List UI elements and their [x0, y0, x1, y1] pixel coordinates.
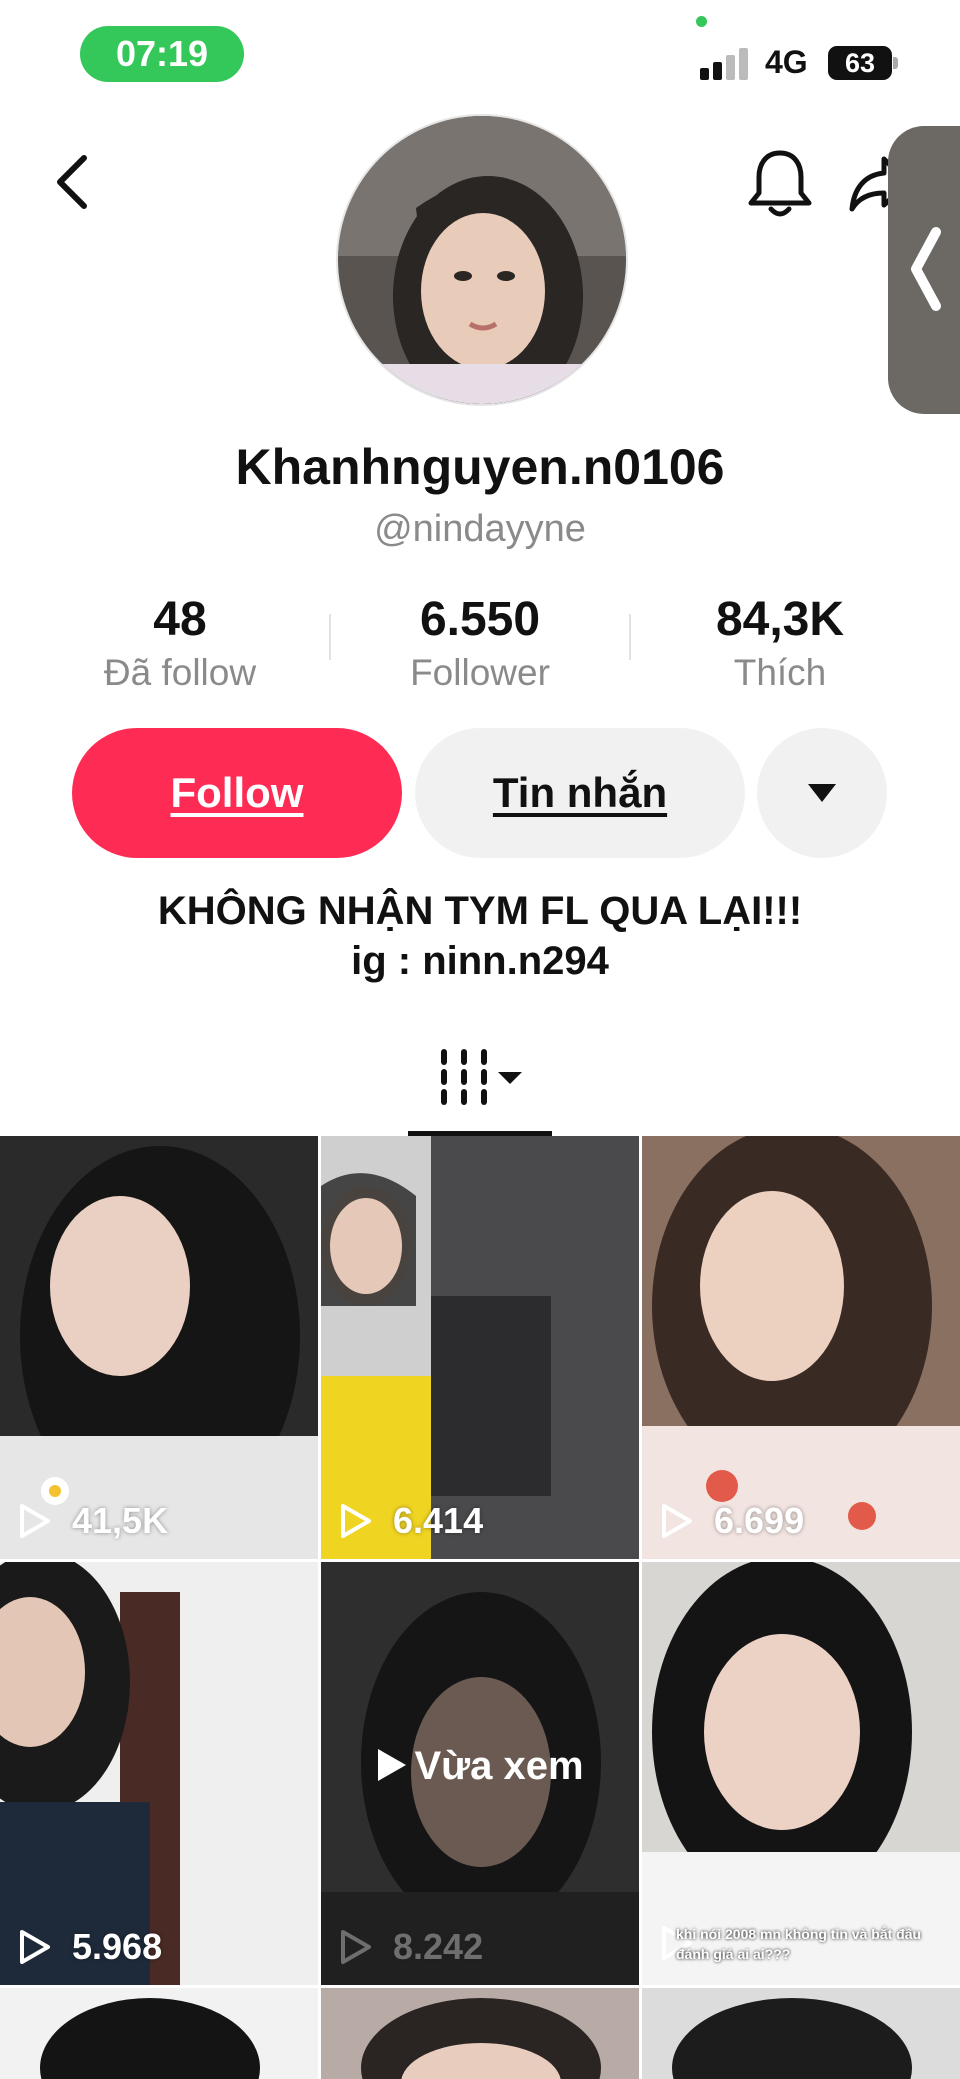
battery-icon: 63 — [828, 46, 892, 80]
suggested-accounts-button[interactable] — [757, 728, 887, 858]
bio-line: ig : ninn.n294 — [351, 939, 609, 983]
view-count-text: 41,5K — [72, 1500, 169, 1541]
video-thumbnail-image — [642, 1988, 960, 2079]
view-count-text: 6.414 — [393, 1500, 484, 1541]
display-name: Khanhnguyen.n0106 — [235, 439, 725, 495]
stat-likes[interactable]: 84,3K Thích — [630, 590, 930, 696]
play-icon — [378, 1749, 407, 1781]
status-bar: 07:19 4G 63 — [0, 0, 960, 110]
mic-indicator — [696, 16, 707, 27]
avatar-photo — [338, 116, 626, 404]
stat-followers[interactable]: 6.550 Follower — [330, 590, 630, 696]
video-thumbnail[interactable] — [321, 1988, 639, 2079]
bio-line: KHÔNG NHẬN TYM FL QUA LẠI!!! — [157, 889, 803, 933]
video-thumbnail[interactable]: 6.414 — [321, 1136, 639, 1559]
video-thumbnail-image — [642, 1136, 960, 1559]
video-thumbnail[interactable]: khi nói 2008 mn không tin và bắt đầu đán… — [642, 1562, 960, 1985]
grid-icon — [441, 1049, 522, 1105]
play-icon — [20, 1930, 50, 1964]
content-tabs — [0, 1030, 960, 1136]
message-button[interactable]: Tin nhắn — [415, 728, 745, 858]
video-grid: 41,5K 6.414 6.699 5.968 Vừa xem 8.242 kh… — [0, 1136, 960, 2079]
bio: KHÔNG NHẬN TYM FL QUA LẠI!!! ig : ninn.n… — [0, 886, 960, 986]
tab-videos[interactable] — [408, 1030, 552, 1136]
video-thumbnail[interactable]: 41,5K — [0, 1136, 318, 1559]
video-thumbnail-image — [0, 1562, 318, 1985]
video-thumbnail-image — [0, 1136, 318, 1559]
signal-icon — [700, 46, 752, 80]
play-icon — [20, 1504, 50, 1538]
avatar[interactable] — [336, 114, 628, 406]
stat-following[interactable]: 48 Đã follow — [30, 590, 330, 696]
stat-value: 6.550 — [419, 593, 541, 646]
network-type: 4G — [765, 44, 808, 80]
stat-value: 48 — [153, 593, 207, 646]
view-count-text: 8.242 — [393, 1926, 484, 1967]
video-thumbnail[interactable] — [642, 1988, 960, 2079]
chevron-left-icon — [911, 227, 941, 311]
play-icon — [662, 1504, 692, 1538]
video-thumbnail[interactable]: 5.968 — [0, 1562, 318, 1985]
chevron-down-icon — [808, 784, 836, 802]
play-icon — [341, 1930, 371, 1964]
bell-icon — [748, 150, 812, 217]
back-arrow-icon — [57, 155, 87, 209]
video-thumbnail-watched[interactable]: Vừa xem 8.242 — [321, 1562, 639, 1985]
recently-watched-text: Vừa xem — [414, 1744, 584, 1788]
battery-tip — [893, 57, 898, 69]
stat-label: Follower — [410, 652, 550, 693]
video-caption: khi nói 2008 mn không tin và bắt đầu đán… — [676, 1926, 922, 1962]
video-thumbnail-image — [321, 1136, 639, 1559]
stat-value: 84,3K — [715, 593, 845, 646]
back-button[interactable] — [50, 150, 98, 214]
recently-watched-label: Vừa xem — [321, 1744, 639, 1789]
username: @nindayyne — [374, 508, 586, 550]
video-thumbnail-image — [321, 1988, 639, 2079]
video-thumbnail[interactable] — [0, 1988, 318, 2079]
follow-button[interactable]: Follow — [72, 728, 402, 858]
video-thumbnail-image — [642, 1562, 960, 1985]
side-panel-handle[interactable] — [888, 126, 960, 414]
video-thumbnail[interactable]: 6.699 — [642, 1136, 960, 1559]
view-count-text: 5.968 — [72, 1926, 163, 1967]
stat-label: Đã follow — [103, 652, 257, 693]
profile-stats: 48 Đã follow 6.550 Follower 84,3K Thích — [0, 590, 960, 700]
status-time: 07:19 — [80, 26, 244, 82]
play-icon — [341, 1504, 371, 1538]
video-thumbnail-image — [0, 1988, 318, 2079]
stat-label: Thích — [733, 652, 827, 693]
notification-bell-button[interactable] — [745, 145, 815, 223]
view-count-text: 6.699 — [714, 1500, 805, 1541]
